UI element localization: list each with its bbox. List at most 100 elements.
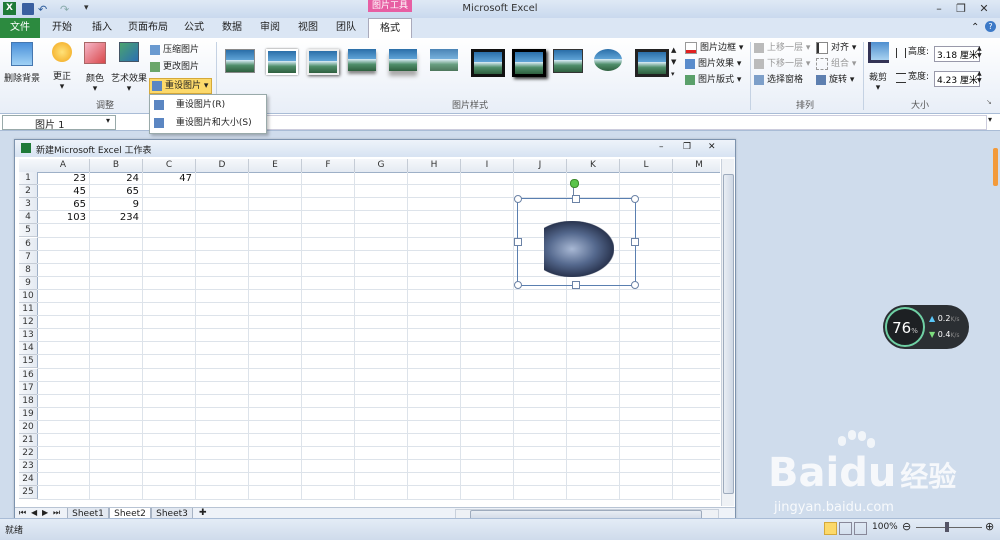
help-icon[interactable]: ? <box>985 21 996 32</box>
cell-a1[interactable]: 23 <box>37 172 86 185</box>
style-thumb-4[interactable] <box>345 46 379 74</box>
row-header-21[interactable]: 21 <box>19 434 38 448</box>
workbook-restore-button[interactable]: ❐ <box>683 142 691 152</box>
row-header-14[interactable]: 14 <box>19 342 38 356</box>
column-header-k[interactable]: K <box>567 159 620 173</box>
row-header-11[interactable]: 11 <box>19 303 38 317</box>
column-header-m[interactable]: M <box>673 159 720 173</box>
column-header-a[interactable]: A <box>37 159 90 173</box>
network-speed-widget[interactable]: 76% ▲ 0.2K/s ▼ 0.4K/s <box>883 305 969 349</box>
crop-button[interactable]: 裁剪 ▾ <box>866 42 890 94</box>
style-thumb-7[interactable] <box>468 46 505 77</box>
style-thumb-11[interactable] <box>632 46 669 77</box>
color-button[interactable]: 颜色 ▾ <box>82 42 108 94</box>
row-header-23[interactable]: 23 <box>19 460 38 474</box>
style-thumb-9[interactable] <box>550 46 584 74</box>
last-sheet-icon[interactable]: ⏭ <box>53 508 60 518</box>
save-icon[interactable] <box>22 3 34 15</box>
width-spinner[interactable]: ▲ ▼ <box>977 70 982 84</box>
style-thumb-10[interactable] <box>591 46 625 74</box>
tab-review[interactable]: 审阅 <box>252 18 288 38</box>
row-header-19[interactable]: 19 <box>19 407 38 421</box>
change-picture-button[interactable]: 更改图片 <box>150 60 212 74</box>
group-button[interactable]: 组合 ▾ <box>816 57 860 71</box>
row-header-24[interactable]: 24 <box>19 473 38 487</box>
redo-icon[interactable]: ↷ <box>60 3 72 16</box>
gallery-scroll-down[interactable]: ▼ <box>671 58 679 68</box>
row-header-10[interactable]: 10 <box>19 289 38 303</box>
select-all-corner[interactable] <box>19 159 38 173</box>
picture-layout-button[interactable]: 图片版式 ▾ <box>685 73 747 87</box>
style-thumb-2[interactable] <box>263 46 298 75</box>
row-header-16[interactable]: 16 <box>19 368 38 382</box>
row-header-5[interactable]: 5 <box>19 224 38 238</box>
reset-picture-menu-item[interactable]: 重设图片(R) <box>150 96 266 114</box>
corrections-button[interactable]: 更正 ▾ <box>48 42 76 94</box>
close-button[interactable]: ✕ <box>973 2 995 16</box>
cell-b4[interactable]: 234 <box>90 211 139 224</box>
workbook-close-button[interactable]: ✕ <box>708 142 716 152</box>
name-box[interactable]: 图片 1 ▾ <box>2 115 116 131</box>
page-layout-view-button[interactable] <box>839 522 852 535</box>
vertical-scroll-thumb[interactable] <box>723 174 734 494</box>
resize-handle[interactable] <box>631 195 639 203</box>
style-thumb-6[interactable] <box>427 46 461 74</box>
column-header-b[interactable]: B <box>90 159 143 173</box>
insert-sheet-icon[interactable]: ✚ <box>199 508 207 518</box>
column-header-f[interactable]: F <box>302 159 355 173</box>
row-header-4[interactable]: 4 <box>19 211 38 225</box>
row-header-8[interactable]: 8 <box>19 263 38 277</box>
tab-view[interactable]: 视图 <box>290 18 326 38</box>
name-box-dropdown-icon[interactable]: ▾ <box>106 116 110 125</box>
row-header-20[interactable]: 20 <box>19 420 38 434</box>
column-header-g[interactable]: G <box>355 159 408 173</box>
tab-data[interactable]: 数据 <box>214 18 250 38</box>
height-spinner[interactable]: ▲ ▼ <box>977 45 982 59</box>
page-break-view-button[interactable] <box>854 522 867 535</box>
row-header-13[interactable]: 13 <box>19 329 38 343</box>
cell-a3[interactable]: 65 <box>37 198 86 211</box>
width-input[interactable] <box>934 71 980 87</box>
send-backward-button[interactable]: 下移一层 ▾ <box>754 57 814 71</box>
row-header-18[interactable]: 18 <box>19 394 38 408</box>
normal-view-button[interactable] <box>824 522 837 535</box>
remove-background-button[interactable]: 删除背景 <box>3 42 41 86</box>
resize-handle[interactable] <box>631 281 639 289</box>
align-button[interactable]: 对齐 ▾ <box>816 41 860 55</box>
selection-pane-button[interactable]: 选择窗格 <box>754 73 814 87</box>
column-header-d[interactable]: D <box>196 159 249 173</box>
tab-page-layout[interactable]: 页面布局 <box>124 18 172 38</box>
row-header-7[interactable]: 7 <box>19 250 38 264</box>
workbook-minimize-button[interactable]: – <box>659 142 664 152</box>
column-header-e[interactable]: E <box>249 159 302 173</box>
rotation-handle[interactable] <box>570 179 579 188</box>
tab-file[interactable]: 文件 <box>0 18 40 38</box>
row-header-17[interactable]: 17 <box>19 381 38 395</box>
column-header-j[interactable]: J <box>514 159 567 173</box>
style-thumb-1[interactable] <box>222 46 256 74</box>
reset-picture-button[interactable]: 重设图片 ▾ <box>149 78 212 94</box>
gallery-more[interactable]: ▾ <box>671 70 679 80</box>
zoom-in-icon[interactable]: ⊕ <box>985 520 994 533</box>
first-sheet-icon[interactable]: ⏮ <box>19 508 26 518</box>
cell-a2[interactable]: 45 <box>37 185 86 198</box>
reset-picture-and-size-menu-item[interactable]: 重设图片和大小(S) <box>150 114 266 132</box>
tab-home[interactable]: 开始 <box>44 18 80 38</box>
column-header-i[interactable]: I <box>461 159 514 173</box>
rotate-button[interactable]: 旋转 ▾ <box>816 73 860 87</box>
picture-effects-button[interactable]: 图片效果 ▾ <box>685 57 747 71</box>
row-header-15[interactable]: 15 <box>19 355 38 369</box>
row-header-9[interactable]: 9 <box>19 276 38 290</box>
bring-forward-button[interactable]: 上移一层 ▾ <box>754 41 814 55</box>
compress-pictures-button[interactable]: 压缩图片 <box>150 43 212 57</box>
prev-sheet-icon[interactable]: ◀ <box>31 508 37 517</box>
style-thumb-8[interactable] <box>509 46 546 77</box>
undo-icon[interactable]: ↶ <box>38 3 50 16</box>
vertical-scrollbar[interactable] <box>721 159 734 506</box>
zoom-slider-thumb[interactable] <box>945 522 949 532</box>
artistic-effects-button[interactable]: 艺术效果 ▾ <box>110 42 148 94</box>
cell-a4[interactable]: 103 <box>37 211 86 224</box>
row-header-22[interactable]: 22 <box>19 447 38 461</box>
customize-qat-icon[interactable]: ▾ <box>84 3 96 15</box>
cell-c1[interactable]: 47 <box>143 172 192 185</box>
